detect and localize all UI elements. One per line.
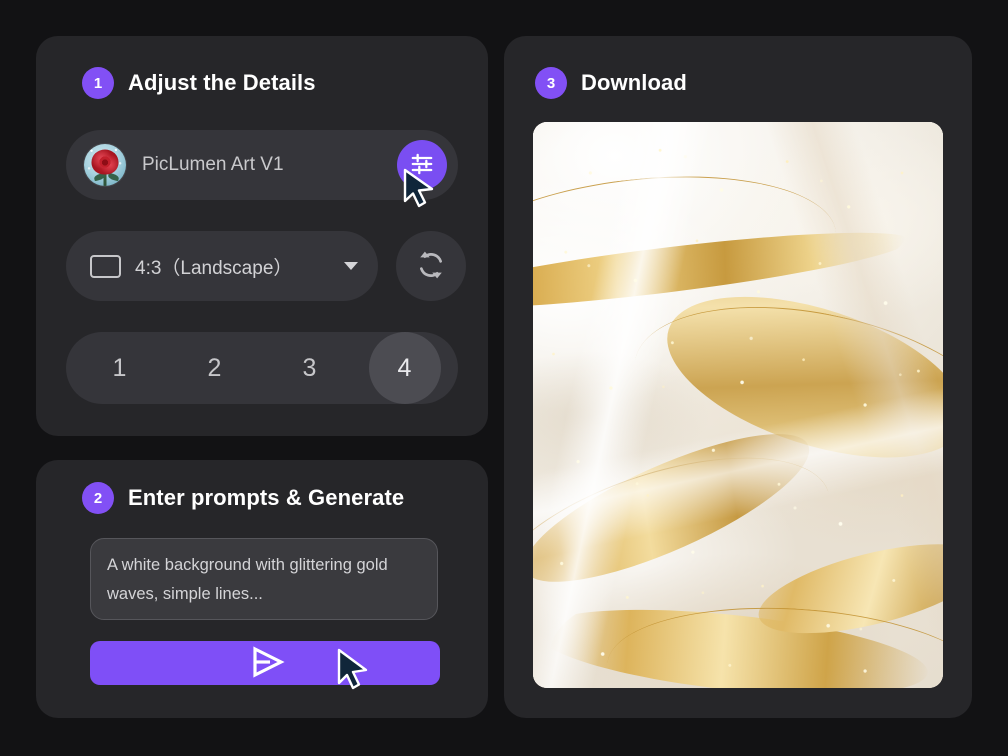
- step-1-header: 1 Adjust the Details: [82, 67, 316, 99]
- image-count-option-1[interactable]: 1: [84, 332, 156, 404]
- image-count-selector[interactable]: 1 2 3 4: [66, 332, 458, 404]
- chevron-down-icon[interactable]: [344, 262, 358, 270]
- step-2-header: 2 Enter prompts & Generate: [82, 482, 404, 514]
- prompt-input[interactable]: [90, 538, 438, 620]
- aspect-ratio-value-group: 4:3（Landscape）: [90, 253, 292, 280]
- randomize-seed-button[interactable]: [396, 231, 466, 301]
- model-selector-label-group: PicLumen Art V1: [84, 144, 284, 186]
- model-settings-button[interactable]: [397, 140, 447, 190]
- step-1-title: Adjust the Details: [128, 70, 316, 96]
- image-count-option-3[interactable]: 3: [274, 332, 346, 404]
- generate-button[interactable]: [90, 641, 440, 685]
- step-1-badge: 1: [82, 67, 114, 99]
- sliders-icon: [409, 151, 435, 180]
- step-2-badge: 2: [82, 482, 114, 514]
- generated-image-preview[interactable]: [533, 122, 943, 688]
- rose-avatar-icon: [84, 144, 126, 186]
- refresh-icon: [414, 248, 448, 285]
- image-count-option-4[interactable]: 4: [369, 332, 441, 404]
- aspect-ratio-dropdown[interactable]: 4:3（Landscape）: [66, 231, 378, 301]
- model-name-label: PicLumen Art V1: [142, 154, 284, 176]
- image-count-option-2[interactable]: 2: [179, 332, 251, 404]
- step-2-title: Enter prompts & Generate: [128, 485, 404, 511]
- image-vignette: [533, 122, 943, 688]
- model-selector-row[interactable]: PicLumen Art V1: [66, 130, 458, 200]
- step-3-badge: 3: [535, 67, 567, 99]
- step-3-header: 3 Download: [535, 67, 687, 99]
- step-3-title: Download: [581, 70, 687, 96]
- app-root: 1 Adjust the Details PicLumen Art V1: [0, 0, 1008, 756]
- rectangle-icon: [90, 255, 121, 278]
- send-triangle-icon: [243, 645, 287, 682]
- aspect-ratio-label: 4:3（Landscape）: [135, 253, 292, 280]
